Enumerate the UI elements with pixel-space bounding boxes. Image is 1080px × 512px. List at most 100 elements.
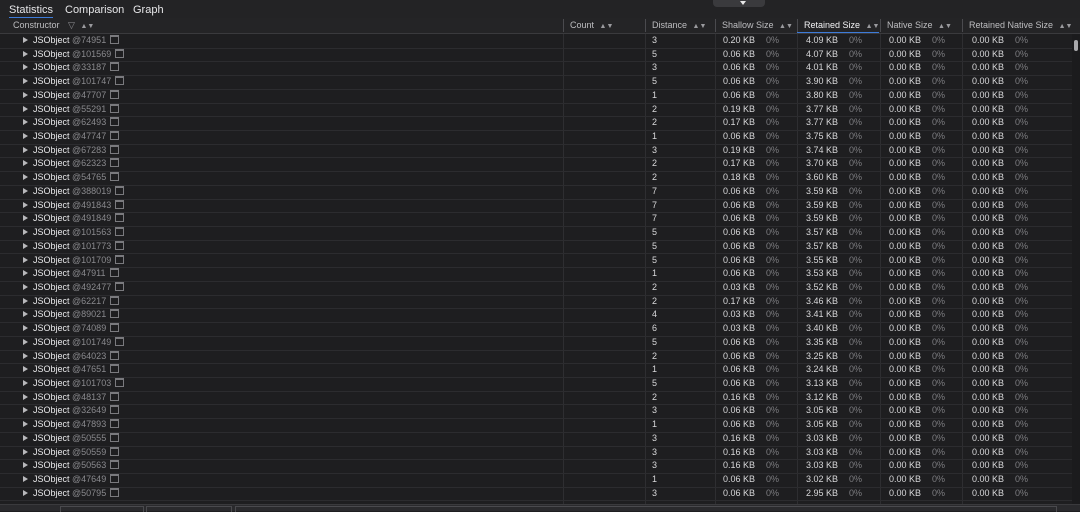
disclosure-triangle-icon[interactable] <box>23 64 28 71</box>
document-icon[interactable] <box>115 199 125 209</box>
disclosure-triangle-icon[interactable] <box>23 421 28 428</box>
table-row[interactable]: JSObject @48137 2 0.16 KB 0% 3.12 KB 0% 0.00 K… <box>0 391 1072 406</box>
column-divider[interactable] <box>645 19 646 32</box>
document-icon[interactable] <box>110 350 120 360</box>
document-icon[interactable] <box>110 460 120 470</box>
table-row[interactable]: JSObject @50555 3 0.16 KB 0% 3.03 KB 0% 0.00 K… <box>0 432 1072 447</box>
funnel-icon[interactable]: ▽ <box>68 20 75 30</box>
disclosure-triangle-icon[interactable] <box>23 434 28 441</box>
document-icon[interactable] <box>110 62 120 72</box>
table-row[interactable]: JSObject @74951 3 0.20 KB 0% 4.09 KB 0% 0.00 K… <box>0 34 1072 49</box>
disclosure-triangle-icon[interactable] <box>23 187 28 194</box>
tab-graph[interactable]: Graph <box>133 3 164 17</box>
disclosure-triangle-icon[interactable] <box>23 201 28 208</box>
disclosure-triangle-icon[interactable] <box>23 229 28 236</box>
document-icon[interactable] <box>115 76 125 86</box>
disclosure-triangle-icon[interactable] <box>23 489 28 496</box>
document-icon[interactable] <box>110 103 120 113</box>
table-row[interactable]: JSObject @47651 1 0.06 KB 0% 3.24 KB 0% 0.00 K… <box>0 363 1072 378</box>
scrollbar-thumb[interactable] <box>1074 40 1078 51</box>
disclosure-triangle-icon[interactable] <box>23 448 28 455</box>
vertical-scrollbar[interactable] <box>1072 34 1080 504</box>
disclosure-triangle-icon[interactable] <box>23 160 28 167</box>
table-row[interactable]: JSObject @89021 4 0.03 KB 0% 3.41 KB 0% 0.00 K… <box>0 308 1072 324</box>
document-icon[interactable] <box>110 323 120 333</box>
column-divider[interactable] <box>880 19 881 32</box>
tab-statistics[interactable]: Statistics <box>9 3 54 19</box>
document-icon[interactable] <box>110 117 120 127</box>
table-row[interactable]: JSObject @50559 3 0.16 KB 0% 3.03 KB 0% 0.00 K… <box>0 446 1072 461</box>
table-row[interactable]: JSObject @101747 5 0.06 KB 0% 3.90 KB 0% 0.00 … <box>0 75 1072 90</box>
column-header-constructor[interactable]: Constructor ▽ ▲▼ <box>13 18 94 33</box>
table-row[interactable]: JSObject @64023 2 0.06 KB 0% 3.25 KB 0% 0.00 K… <box>0 350 1072 365</box>
document-icon[interactable] <box>110 364 120 374</box>
table-row[interactable]: JSObject @62217 2 0.17 KB 0% 3.46 KB 0% 0.00 K… <box>0 295 1072 310</box>
document-icon[interactable] <box>115 185 125 195</box>
document-icon[interactable] <box>110 446 120 456</box>
document-icon[interactable] <box>110 432 120 442</box>
disclosure-triangle-icon[interactable] <box>23 338 28 345</box>
disclosure-triangle-icon[interactable] <box>23 78 28 85</box>
table-row[interactable]: JSObject @62323 2 0.17 KB 0% 3.70 KB 0% 0.00 K… <box>0 157 1072 173</box>
column-header-shallow-size[interactable]: Shallow Size ▲▼ <box>722 18 793 33</box>
document-icon[interactable] <box>110 144 120 154</box>
table-row[interactable]: JSObject @101709 5 0.06 KB 0% 3.55 KB 0% 0.00 … <box>0 254 1072 269</box>
document-icon[interactable] <box>115 227 125 237</box>
column-divider[interactable] <box>962 19 963 32</box>
document-icon[interactable] <box>110 131 120 141</box>
document-icon[interactable] <box>115 48 125 58</box>
document-icon[interactable] <box>110 35 120 44</box>
bottom-tab[interactable] <box>60 506 144 512</box>
disclosure-triangle-icon[interactable] <box>23 325 28 332</box>
table-row[interactable]: JSObject @101703 5 0.06 KB 0% 3.13 KB 0% 0.00 … <box>0 377 1072 392</box>
column-divider[interactable] <box>715 19 716 32</box>
column-header-retained-native-size[interactable]: Retained Native Size ▲▼ <box>969 18 1072 33</box>
document-icon[interactable] <box>110 391 120 401</box>
disclosure-triangle-icon[interactable] <box>23 476 28 483</box>
disclosure-triangle-icon[interactable] <box>23 133 28 140</box>
disclosure-triangle-icon[interactable] <box>23 393 28 400</box>
disclosure-triangle-icon[interactable] <box>23 297 28 304</box>
table-row[interactable]: JSObject @47707 1 0.06 KB 0% 3.80 KB 0% 0.00 K… <box>0 89 1072 104</box>
table-row[interactable]: JSObject @101749 5 0.06 KB 0% 3.35 KB 0% 0.00 … <box>0 336 1072 351</box>
column-header-retained-size[interactable]: Retained Size ▲▼ <box>804 18 879 33</box>
document-icon[interactable] <box>110 474 120 484</box>
document-icon[interactable] <box>110 158 120 168</box>
document-icon[interactable] <box>115 254 125 264</box>
collapse-arrow-icon[interactable] <box>740 1 746 5</box>
document-icon[interactable] <box>109 268 119 278</box>
disclosure-triangle-icon[interactable] <box>23 270 28 277</box>
table-row[interactable]: JSObject @62493 2 0.17 KB 0% 3.77 KB 0% 0.00 K… <box>0 116 1072 131</box>
table-row[interactable]: JSObject @32649 3 0.06 KB 0% 3.05 KB 0% 0.00 K… <box>0 404 1072 420</box>
document-icon[interactable] <box>115 240 125 250</box>
table-row[interactable]: JSObject @67283 3 0.19 KB 0% 3.74 KB 0% 0.00 K… <box>0 144 1072 159</box>
panel-resize-handle[interactable] <box>713 0 765 7</box>
disclosure-triangle-icon[interactable] <box>23 311 28 318</box>
disclosure-triangle-icon[interactable] <box>23 283 28 290</box>
table-row[interactable]: JSObject @74089 6 0.03 KB 0% 3.40 KB 0% 0.00 K… <box>0 322 1072 337</box>
disclosure-triangle-icon[interactable] <box>23 50 28 57</box>
document-icon[interactable] <box>115 378 125 387</box>
document-icon[interactable] <box>110 487 120 497</box>
table-row[interactable]: JSObject @101563 5 0.06 KB 0% 3.57 KB 0% 0.00 … <box>0 226 1072 241</box>
document-icon[interactable] <box>110 405 120 415</box>
disclosure-triangle-icon[interactable] <box>23 119 28 126</box>
disclosure-triangle-icon[interactable] <box>23 256 28 263</box>
disclosure-triangle-icon[interactable] <box>23 215 28 222</box>
table-row[interactable]: JSObject @491843 7 0.06 KB 0% 3.59 KB 0% 0.00 … <box>0 199 1072 214</box>
bottom-tab[interactable] <box>146 506 232 512</box>
document-icon[interactable] <box>115 336 125 346</box>
table-row[interactable]: JSObject @54765 2 0.18 KB 0% 3.60 KB 0% 0.00 K… <box>0 171 1072 186</box>
table-row[interactable]: JSObject @50563 3 0.16 KB 0% 3.03 KB 0% 0.00 K… <box>0 459 1072 474</box>
table-row[interactable]: JSObject @492477 2 0.03 KB 0% 3.52 KB 0% 0.00 … <box>0 281 1072 296</box>
disclosure-triangle-icon[interactable] <box>23 352 28 359</box>
document-icon[interactable] <box>115 281 125 291</box>
column-divider[interactable] <box>563 19 564 32</box>
disclosure-triangle-icon[interactable] <box>23 380 28 386</box>
document-icon[interactable] <box>110 295 120 305</box>
table-row[interactable]: JSObject @47893 1 0.06 KB 0% 3.05 KB 0% 0.00 K… <box>0 418 1072 433</box>
disclosure-triangle-icon[interactable] <box>23 407 28 414</box>
bottom-tab[interactable] <box>235 506 1057 512</box>
table-row[interactable]: JSObject @388019 7 0.06 KB 0% 3.59 KB 0% 0.00 … <box>0 185 1072 200</box>
column-header-count[interactable]: Count ▲▼ <box>570 18 613 33</box>
